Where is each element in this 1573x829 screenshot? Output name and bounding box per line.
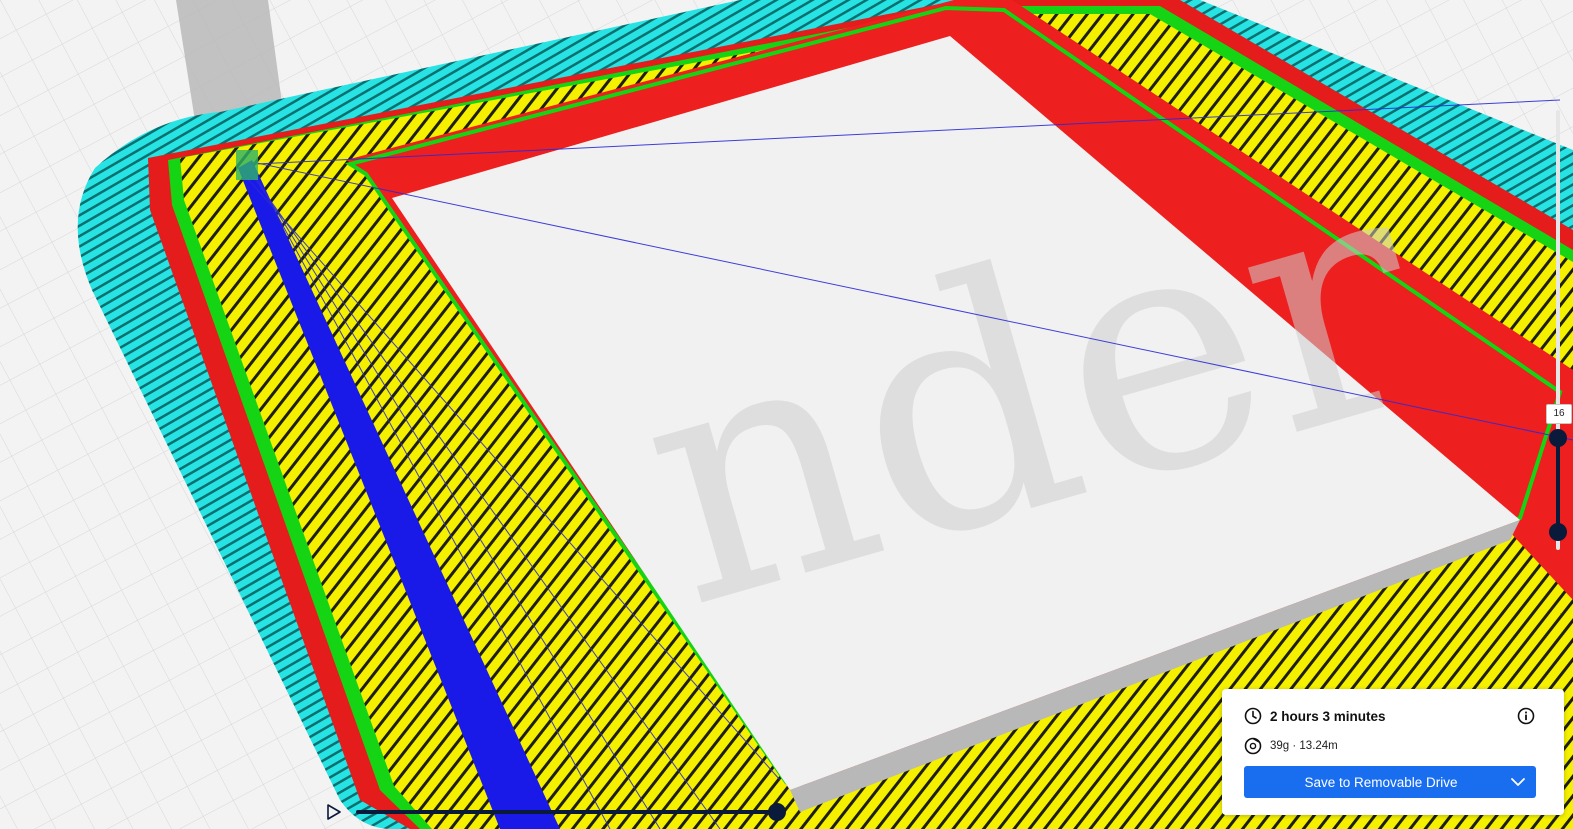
current-layer-field[interactable]: 16: [1546, 404, 1572, 424]
path-slider[interactable]: [356, 803, 788, 821]
layer-slider[interactable]: [1540, 110, 1573, 550]
print-time-row: 2 hours 3 minutes: [1244, 707, 1386, 725]
info-icon[interactable]: [1517, 707, 1535, 725]
print-summary-panel: 2 hours 3 minutes 39g · 13.24m Save to R…: [1222, 689, 1564, 815]
save-to-removable-drive-button[interactable]: Save to Removable Drive: [1244, 766, 1536, 798]
spool-icon: [1244, 737, 1262, 755]
path-slider-track[interactable]: [356, 810, 780, 814]
chevron-down-icon: [1511, 778, 1525, 786]
clock-icon: [1244, 707, 1262, 725]
travel-start-marker: [236, 150, 258, 180]
material-usage: 39g · 13.24m: [1270, 740, 1338, 752]
save-options-dropdown[interactable]: [1500, 766, 1536, 798]
path-slider-handle[interactable]: [768, 803, 786, 821]
save-button-label: Save to Removable Drive: [1304, 774, 1458, 790]
layer-slider-lower-handle[interactable]: [1549, 523, 1567, 541]
print-time: 2 hours 3 minutes: [1270, 708, 1386, 724]
layer-slider-upper-handle[interactable]: [1549, 429, 1567, 447]
material-row: 39g · 13.24m: [1244, 737, 1338, 755]
simulation-play-button[interactable]: [324, 802, 344, 822]
play-icon: [327, 804, 341, 820]
layer-slider-range: [1556, 438, 1560, 532]
